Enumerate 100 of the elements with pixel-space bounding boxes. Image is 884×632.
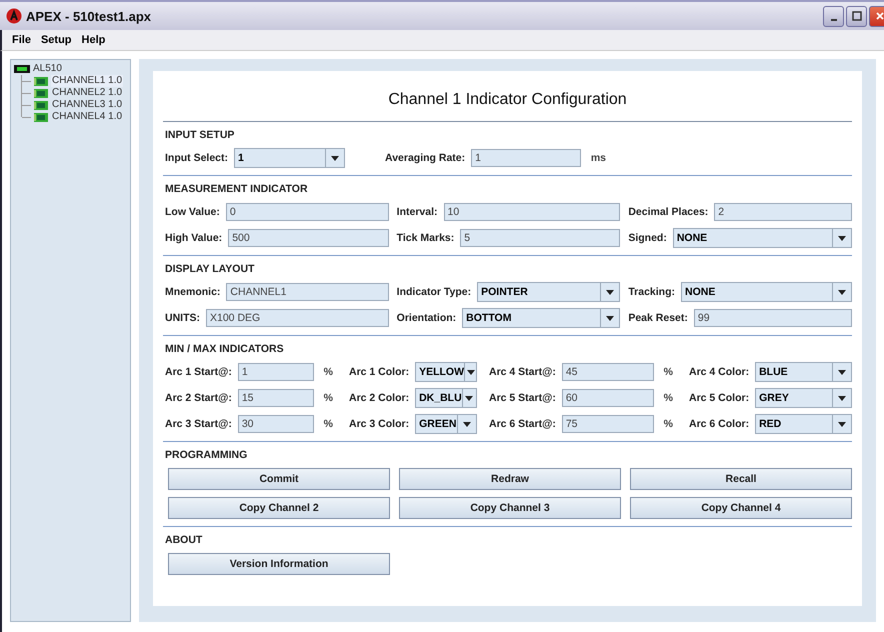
menu-item[interactable]: Help bbox=[82, 34, 106, 46]
input-field[interactable]: 30 bbox=[238, 415, 314, 433]
maximize-button[interactable] bbox=[846, 6, 867, 26]
field-label: Orientation: bbox=[396, 312, 456, 324]
tree-item[interactable]: CHANNEL4 1.0 bbox=[51, 111, 124, 123]
field-label: Arc 2 Color: bbox=[349, 392, 410, 404]
unit-label: % bbox=[322, 418, 334, 430]
caret-icon bbox=[331, 156, 339, 160]
field-label: Low Value: bbox=[165, 206, 220, 218]
dropdown[interactable]: BOTTOM bbox=[462, 308, 620, 328]
field-label: Arc 1 Color: bbox=[349, 366, 410, 378]
field-label: Averaging Rate: bbox=[385, 152, 466, 164]
menu-item[interactable]: Setup bbox=[40, 34, 72, 46]
caret-icon bbox=[606, 316, 614, 320]
dropdown[interactable]: POINTER bbox=[477, 282, 620, 302]
app-logo-icon bbox=[6, 8, 22, 24]
field-label: Arc 5 Start@: bbox=[489, 392, 556, 404]
input-field[interactable]: 75 bbox=[562, 415, 654, 433]
field-label: Arc 3 Start@: bbox=[165, 418, 232, 430]
input-field[interactable]: 500 bbox=[228, 229, 389, 247]
field-label: Peak Reset: bbox=[628, 312, 688, 324]
input-field[interactable]: 5 bbox=[460, 229, 620, 247]
maximize-icon bbox=[852, 11, 862, 21]
section-heading: MIN / MAX INDICATORS bbox=[165, 343, 285, 355]
tree-item[interactable]: CHANNEL3 1.0 bbox=[51, 99, 124, 111]
window-title: APEX - 510test1.apx bbox=[26, 8, 152, 24]
dropdown[interactable]: NONE bbox=[672, 228, 852, 248]
caret-icon bbox=[466, 370, 474, 374]
caret-icon bbox=[463, 422, 471, 426]
dropdown[interactable]: GREY bbox=[755, 388, 852, 408]
caret-icon bbox=[465, 396, 474, 400]
input-field[interactable]: 1 bbox=[238, 363, 314, 381]
input-field[interactable]: 60 bbox=[562, 389, 654, 407]
section-heading: DISPLAY LAYOUT bbox=[165, 263, 256, 275]
menu-item[interactable]: File bbox=[12, 34, 31, 46]
action-button[interactable]: Copy Channel 3 bbox=[399, 497, 621, 519]
tree-item[interactable]: AL510 bbox=[32, 63, 63, 75]
unit-label: % bbox=[322, 392, 334, 404]
close-button[interactable] bbox=[869, 6, 884, 26]
input-field[interactable]: 45 bbox=[562, 363, 654, 381]
caret-icon bbox=[838, 370, 846, 374]
dropdown[interactable]: NONE bbox=[681, 282, 852, 302]
action-button[interactable]: Commit bbox=[168, 468, 390, 490]
field-label: Arc 4 Start@: bbox=[489, 366, 556, 378]
dropdown[interactable]: YELLOW bbox=[415, 362, 477, 382]
field-label: Tracking: bbox=[628, 286, 676, 298]
field-label: High Value: bbox=[165, 232, 222, 244]
action-button[interactable]: Copy Channel 4 bbox=[630, 497, 852, 519]
field-label: Input Select: bbox=[165, 152, 228, 164]
unit-label: % bbox=[322, 366, 334, 378]
field-label: Arc 2 Start@: bbox=[165, 392, 232, 404]
action-button[interactable]: Recall bbox=[630, 468, 852, 490]
caret-icon bbox=[838, 290, 846, 294]
input-field[interactable]: 1 bbox=[471, 149, 581, 167]
unit-label: % bbox=[662, 418, 674, 430]
field-label: Arc 1 Start@: bbox=[165, 366, 232, 378]
field-label: Arc 5 Color: bbox=[689, 392, 750, 404]
page-heading: Channel 1 Indicator Configuration bbox=[163, 71, 852, 122]
caret-icon bbox=[606, 290, 614, 294]
caret-icon bbox=[838, 422, 846, 426]
action-button[interactable]: Copy Channel 2 bbox=[168, 497, 390, 519]
field-label: Arc 3 Color: bbox=[349, 418, 410, 430]
dropdown[interactable]: DK_BLU bbox=[415, 388, 477, 408]
input-field[interactable]: CHANNEL1 bbox=[226, 283, 389, 301]
tree-item[interactable]: CHANNEL1 1.0 bbox=[51, 75, 124, 87]
channel-icon bbox=[34, 88, 48, 98]
input-field[interactable]: X100 DEG bbox=[206, 309, 389, 327]
section-heading: MEASUREMENT INDICATOR bbox=[165, 183, 309, 195]
field-label: Mnemonic: bbox=[165, 286, 220, 298]
caret-icon bbox=[838, 396, 846, 400]
channel-icon bbox=[34, 76, 48, 86]
unit-label: ms bbox=[590, 152, 607, 164]
input-field[interactable]: 99 bbox=[694, 309, 852, 327]
dropdown[interactable]: BLUE bbox=[755, 362, 852, 382]
input-field[interactable]: 10 bbox=[444, 203, 620, 221]
channel-icon bbox=[34, 100, 48, 110]
unit-label: % bbox=[662, 392, 674, 404]
input-field[interactable]: 0 bbox=[226, 203, 389, 221]
minimize-icon bbox=[830, 19, 836, 21]
close-icon bbox=[874, 11, 884, 21]
field-label: Decimal Places: bbox=[628, 206, 708, 218]
dropdown[interactable]: GREEN bbox=[415, 414, 477, 434]
section-heading: PROGRAMMING bbox=[165, 449, 248, 461]
action-button[interactable]: Redraw bbox=[399, 468, 621, 490]
field-label: Tick Marks: bbox=[396, 232, 454, 244]
field-label: UNITS: bbox=[165, 312, 200, 324]
tree-item[interactable]: CHANNEL2 1.0 bbox=[51, 87, 124, 99]
dropdown[interactable]: 1 bbox=[234, 148, 345, 168]
field-label: Indicator Type: bbox=[396, 286, 472, 298]
dropdown[interactable]: RED bbox=[755, 414, 852, 434]
action-button[interactable]: Version Information bbox=[168, 553, 390, 575]
input-field[interactable]: 2 bbox=[714, 203, 852, 221]
channel-icon bbox=[34, 112, 48, 122]
input-field[interactable]: 15 bbox=[238, 389, 314, 407]
caret-icon bbox=[838, 236, 846, 240]
minimize-button[interactable] bbox=[823, 6, 844, 26]
section-heading: INPUT SETUP bbox=[165, 129, 236, 141]
field-label: Arc 6 Color: bbox=[689, 418, 750, 430]
field-label: Arc 6 Start@: bbox=[489, 418, 556, 430]
section-heading: ABOUT bbox=[165, 534, 204, 546]
